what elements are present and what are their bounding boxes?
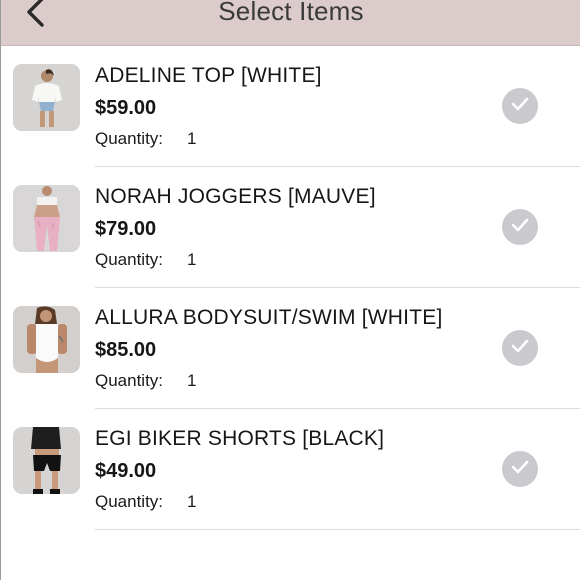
list-item[interactable]: ADELINE TOP [WHITE] $59.00 Quantity: 1 [1,46,580,167]
quantity-value: 1 [187,250,197,269]
list-item[interactable]: ALLURA BODYSUIT/SWIM [WHITE] $85.00 Quan… [1,288,580,409]
item-price: $79.00 [95,218,157,240]
quantity-label: Quantity: [95,250,164,269]
items-list: ADELINE TOP [WHITE] $59.00 Quantity: 1 N… [1,46,580,530]
checkmark-icon [510,96,530,117]
item-name: ADELINE TOP [WHITE] [95,64,322,87]
selected-checkmark[interactable] [502,451,538,487]
nav-header: Select Items [1,0,580,46]
quantity-value: 1 [187,371,197,390]
item-price: $85.00 [95,339,157,361]
item-name: EGI BIKER SHORTS [BLACK] [95,427,385,450]
quantity-label: Quantity: [95,371,164,390]
product-thumbnail [13,427,80,494]
page-title: Select Items [218,0,364,26]
quantity-value: 1 [187,129,197,148]
selected-checkmark[interactable] [502,88,538,124]
item-name: NORAH JOGGERS [MAUVE] [95,185,376,208]
divider [95,529,580,530]
product-thumbnail [13,306,80,373]
list-item[interactable]: EGI BIKER SHORTS [BLACK] $49.00 Quantity… [1,409,580,530]
selected-checkmark[interactable] [502,209,538,245]
list-item[interactable]: NORAH JOGGERS [MAUVE] $79.00 Quantity: 1 [1,167,580,288]
checkmark-icon [510,338,530,359]
item-price: $49.00 [95,460,157,482]
product-thumbnail [13,64,80,131]
item-name: ALLURA BODYSUIT/SWIM [WHITE] [95,306,443,329]
selected-checkmark[interactable] [502,330,538,366]
item-price: $59.00 [95,97,157,119]
select-items-screen: Select Items ADELINE TOP [WHITE] $59.00 … [0,0,580,580]
quantity-value: 1 [187,492,197,511]
quantity-label: Quantity: [95,129,164,148]
product-thumbnail [13,185,80,252]
checkmark-icon [510,459,530,480]
quantity-label: Quantity: [95,492,164,511]
checkmark-icon [510,217,530,238]
